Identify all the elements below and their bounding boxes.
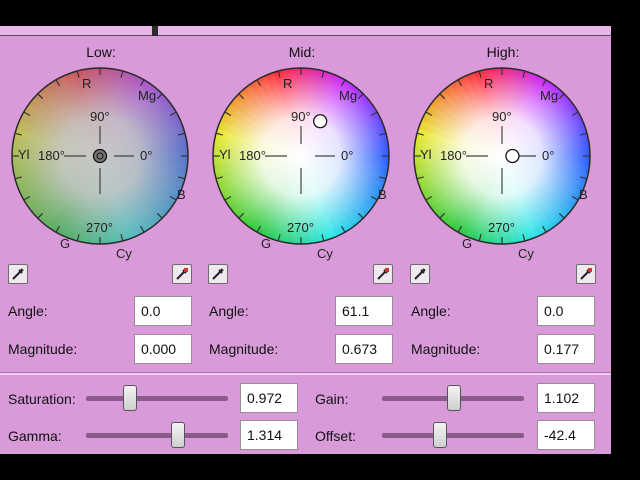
low-wheel-title: Low: bbox=[86, 44, 116, 60]
gain-label: Gain: bbox=[315, 391, 349, 407]
mid-eyedropper-left-button[interactable] bbox=[208, 264, 228, 284]
saturation-label: Saturation: bbox=[8, 391, 76, 407]
color-marker-icon[interactable] bbox=[92, 148, 108, 164]
wheel-label-cy: Cy bbox=[317, 246, 333, 261]
wheel-label-cy: Cy bbox=[116, 246, 132, 261]
high-color-wheel[interactable]: R Mg Yl B G Cy 90° 180° 0° 270° bbox=[412, 66, 592, 261]
color-corrector-panel: Low: Mid: High: R Mg Yl B G Cy 90° 180° 0° 270° R… bbox=[0, 26, 611, 454]
low-angle-label: Angle: bbox=[8, 303, 48, 319]
eyedropper-icon bbox=[176, 268, 188, 280]
gamma-label: Gamma: bbox=[8, 428, 62, 444]
low-eyedropper-left-button[interactable] bbox=[8, 264, 28, 284]
offset-label: Offset: bbox=[315, 428, 356, 444]
wheel-label-0: 0° bbox=[140, 148, 152, 163]
wheel-label-r: R bbox=[82, 76, 91, 91]
wheel-label-90: 90° bbox=[90, 109, 110, 124]
wheel-label-0: 0° bbox=[542, 148, 554, 163]
wheel-label-180: 180° bbox=[440, 148, 467, 163]
offset-field[interactable]: -42.4 bbox=[537, 420, 595, 450]
low-wheel-svg[interactable]: R Mg Yl B G Cy 90° 180° 0° 270° bbox=[10, 66, 190, 261]
mid-eyedropper-right-button[interactable] bbox=[373, 264, 393, 284]
low-magnitude-label: Magnitude: bbox=[8, 341, 78, 357]
eyedropper-icon bbox=[414, 268, 426, 280]
mid-color-wheel[interactable]: R Mg Yl B G Cy 90° 180° 0° 270° bbox=[211, 66, 391, 261]
mid-magnitude-field[interactable]: 0.673 bbox=[335, 334, 393, 364]
wheel-label-270: 270° bbox=[488, 220, 515, 235]
wheel-label-270: 270° bbox=[287, 220, 314, 235]
section-divider bbox=[0, 372, 611, 375]
wheel-label-r: R bbox=[283, 76, 292, 91]
wheel-label-g: G bbox=[60, 236, 70, 251]
wheel-label-g: G bbox=[261, 236, 271, 251]
mid-angle-field[interactable]: 61.1 bbox=[335, 296, 393, 326]
saturation-slider-track[interactable] bbox=[86, 396, 228, 401]
high-magnitude-field[interactable]: 0.177 bbox=[537, 334, 595, 364]
high-magnitude-label: Magnitude: bbox=[411, 341, 481, 357]
wheel-label-g: G bbox=[462, 236, 472, 251]
wheel-label-r: R bbox=[484, 76, 493, 91]
eyedropper-icon bbox=[212, 268, 224, 280]
mid-wheel-svg[interactable]: R Mg Yl B G Cy 90° 180° 0° 270° bbox=[211, 66, 391, 261]
eyedropper-icon bbox=[377, 268, 389, 280]
low-angle-field[interactable]: 0.0 bbox=[134, 296, 192, 326]
offset-slider-thumb[interactable] bbox=[433, 422, 448, 448]
high-angle-field[interactable]: 0.0 bbox=[537, 296, 595, 326]
mid-angle-label: Angle: bbox=[209, 303, 249, 319]
eyedropper-icon bbox=[580, 268, 592, 280]
high-wheel-title: High: bbox=[486, 44, 520, 60]
eyedropper-icon bbox=[12, 268, 24, 280]
gamma-field[interactable]: 1.314 bbox=[240, 420, 298, 450]
tab-strip-right bbox=[158, 26, 611, 36]
wheel-label-yl: Yl bbox=[219, 147, 231, 162]
wheel-label-mg: Mg bbox=[540, 88, 558, 103]
low-eyedropper-right-button[interactable] bbox=[172, 264, 192, 284]
offset-slider-track[interactable] bbox=[382, 433, 524, 438]
high-angle-label: Angle: bbox=[411, 303, 451, 319]
mid-magnitude-label: Magnitude: bbox=[209, 341, 279, 357]
wheel-label-b: B bbox=[177, 187, 186, 202]
color-marker-icon[interactable] bbox=[313, 114, 328, 129]
wheel-label-0: 0° bbox=[341, 148, 353, 163]
gamma-slider-track[interactable] bbox=[86, 433, 228, 438]
wheel-label-180: 180° bbox=[38, 148, 65, 163]
wheel-label-cy: Cy bbox=[518, 246, 534, 261]
wheel-label-90: 90° bbox=[492, 109, 512, 124]
wheel-label-b: B bbox=[579, 187, 588, 202]
high-eyedropper-right-button[interactable] bbox=[576, 264, 596, 284]
wheel-label-yl: Yl bbox=[18, 147, 30, 162]
saturation-slider-thumb[interactable] bbox=[123, 385, 138, 411]
saturation-field[interactable]: 0.972 bbox=[240, 383, 298, 413]
wheel-label-mg: Mg bbox=[138, 88, 156, 103]
low-color-wheel[interactable]: R Mg Yl B G Cy 90° 180° 0° 270° bbox=[10, 66, 190, 261]
wheel-label-270: 270° bbox=[86, 220, 113, 235]
gain-field[interactable]: 1.102 bbox=[537, 383, 595, 413]
wheel-label-mg: Mg bbox=[339, 88, 357, 103]
wheel-label-yl: Yl bbox=[420, 147, 432, 162]
wheel-label-b: B bbox=[378, 187, 387, 202]
high-eyedropper-left-button[interactable] bbox=[410, 264, 430, 284]
color-marker-icon[interactable] bbox=[505, 148, 520, 164]
gain-slider-thumb[interactable] bbox=[447, 385, 462, 411]
wheel-label-180: 180° bbox=[239, 148, 266, 163]
gamma-slider-thumb[interactable] bbox=[171, 422, 186, 448]
high-wheel-svg[interactable]: R Mg Yl B G Cy 90° 180° 0° 270° bbox=[412, 66, 592, 261]
tab-strip-left bbox=[0, 26, 152, 36]
wheel-label-90: 90° bbox=[291, 109, 311, 124]
low-magnitude-field[interactable]: 0.000 bbox=[134, 334, 192, 364]
mid-wheel-title: Mid: bbox=[288, 44, 316, 60]
